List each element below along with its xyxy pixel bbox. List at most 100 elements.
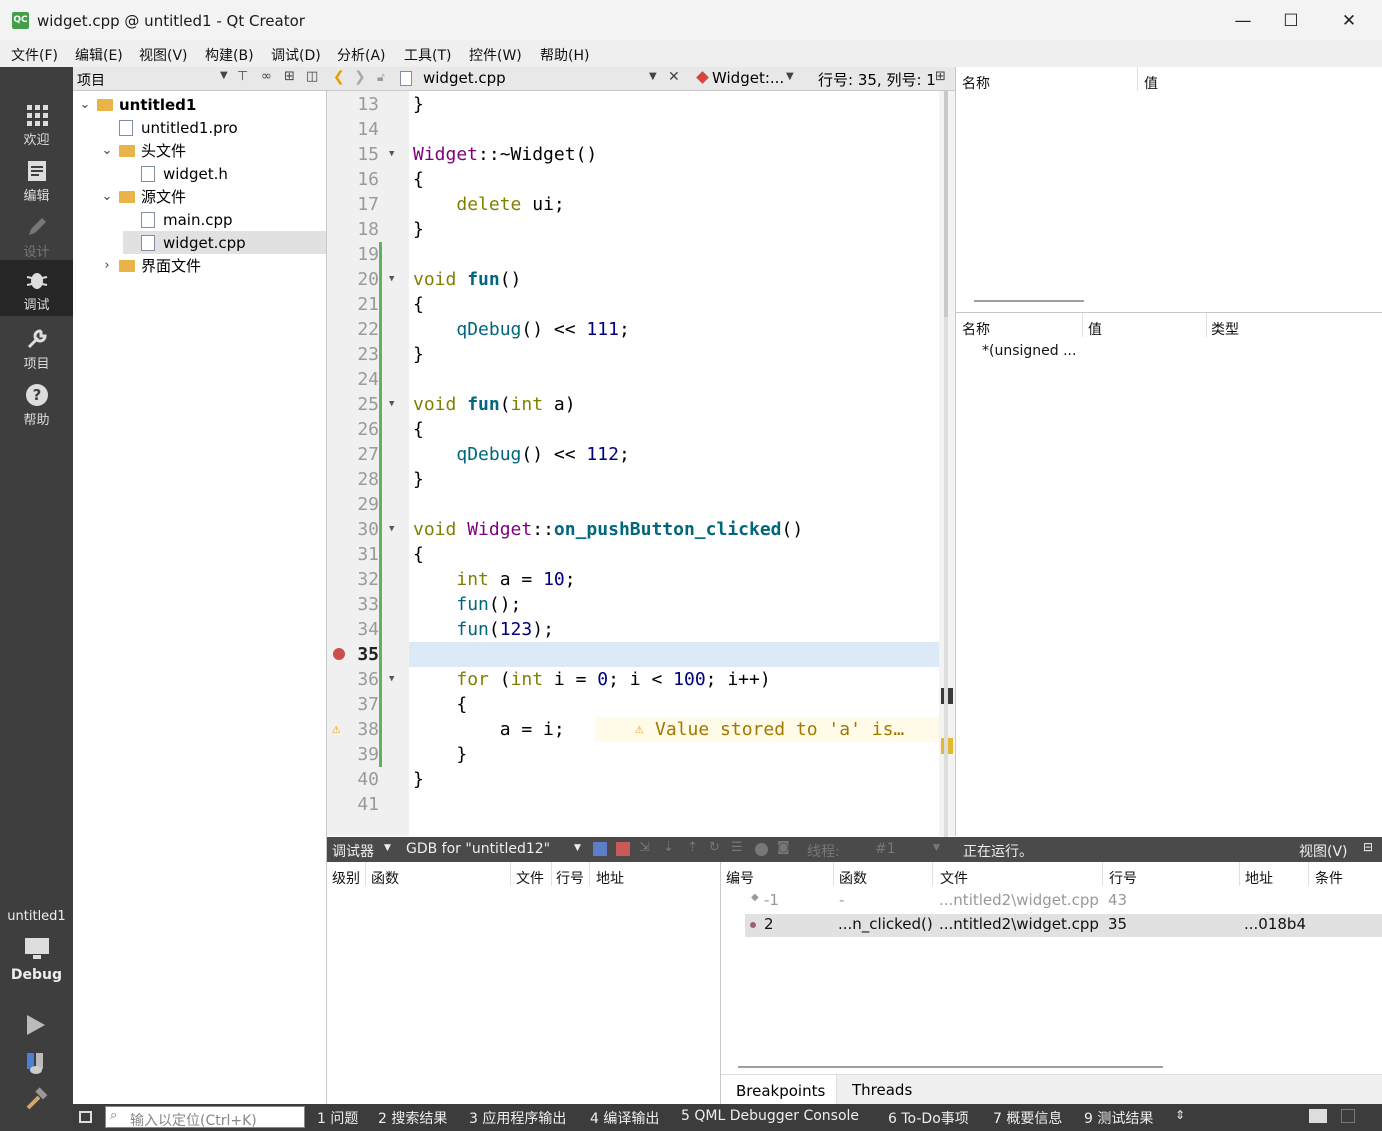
cursor-position[interactable]: 行号: 35, 列号: 1	[818, 69, 936, 90]
minimize-pane-icon[interactable]: ⊟	[1363, 840, 1373, 854]
menu-tools[interactable]: 工具(T)	[404, 45, 451, 65]
close-file-icon[interactable]: ✕	[668, 69, 680, 85]
code-line[interactable]: 24	[327, 367, 939, 392]
back-arrow-icon[interactable]: ❮	[333, 69, 345, 85]
view-menu[interactable]: 视图(V)	[1299, 841, 1348, 861]
pane-search-results[interactable]: 2 搜索结果	[378, 1108, 447, 1128]
snapshot-icon[interactable]: ◙	[777, 840, 790, 855]
mode-debug[interactable]: 调试	[0, 260, 73, 316]
chevron-down-icon[interactable]: ⌄	[101, 189, 113, 204]
code-line[interactable]: 33 fun();	[327, 592, 939, 617]
thread-dropdown-icon[interactable]: ▼	[933, 843, 940, 853]
menu-help[interactable]: 帮助(H)	[540, 45, 589, 65]
mode-welcome[interactable]: 欢迎	[0, 95, 73, 151]
more-panes-icon[interactable]: ⇕	[1175, 1108, 1185, 1122]
code-line[interactable]: 22 qDebug() << 111;	[327, 317, 939, 342]
menu-edit[interactable]: 编辑(E)	[75, 45, 123, 65]
menu-view[interactable]: 视图(V)	[139, 45, 188, 65]
menu-widgets[interactable]: 控件(W)	[469, 45, 522, 65]
close-pane-icon[interactable]: ◫	[306, 69, 318, 84]
code-line[interactable]: 41	[327, 792, 939, 817]
pane-qml-console[interactable]: 5 QML Debugger Console	[681, 1108, 859, 1124]
code-line[interactable]: 28}	[327, 467, 939, 492]
breakpoint-toggle-icon[interactable]	[755, 843, 768, 856]
project-view-dropdown-icon[interactable]: ▼	[220, 70, 228, 81]
fold-marker-icon[interactable]: ▼	[389, 517, 394, 542]
mode-projects[interactable]: 项目	[0, 319, 73, 375]
tree-item[interactable]: widget.h	[123, 162, 228, 185]
code-line[interactable]: 26 {	[327, 417, 939, 442]
code-line[interactable]: 19	[327, 242, 939, 267]
fold-marker-icon[interactable]: ▼	[389, 667, 394, 692]
code-line[interactable]: 38 a = i; ⚠ ⚠ Value stored to 'a' is…	[327, 717, 939, 742]
maximize-button[interactable]: ☐	[1268, 6, 1314, 36]
step-into-icon[interactable]: ⇣	[663, 840, 674, 855]
engine-selector[interactable]: GDB for "untitled12"	[406, 841, 550, 857]
chevron-down-icon[interactable]: ⌄	[101, 143, 113, 158]
filter-icon[interactable]: ⊤	[237, 69, 248, 84]
code-line[interactable]: 16 {	[327, 167, 939, 192]
code-line[interactable]: 40}	[327, 767, 939, 792]
locator-input[interactable]: ⌕ 输入以定位(Ctrl+K)	[105, 1106, 305, 1129]
tree-item[interactable]: widget.cpp	[123, 231, 326, 254]
code-line[interactable]: 36 for (int i = 0; i < 100; i++) ▼	[327, 667, 939, 692]
code-line[interactable]: 37 {	[327, 692, 939, 717]
symbol-dropdown-arrow-icon[interactable]: ▼	[786, 71, 794, 82]
code-line[interactable]: 27 qDebug() << 112;	[327, 442, 939, 467]
tree-item[interactable]: › 界面文件	[101, 254, 201, 277]
code-line[interactable]: 20 void fun() ▼	[327, 267, 939, 292]
stop-debug-icon[interactable]	[616, 842, 630, 856]
breakpoint-row[interactable]: 2 ...n_clicked() ...ntitled2\widget.cpp …	[745, 914, 1382, 937]
minimize-button[interactable]: —	[1220, 6, 1266, 36]
file-dropdown-icon[interactable]: ▼	[649, 71, 657, 82]
tree-item[interactable]: untitled1.pro	[101, 116, 238, 139]
progress-details-icon[interactable]	[1309, 1109, 1327, 1123]
engine-dropdown-icon[interactable]: ▼	[574, 843, 581, 853]
code-line[interactable]: 23}	[327, 342, 939, 367]
vertical-splitter[interactable]	[944, 317, 948, 837]
code-line[interactable]: 21 {	[327, 292, 939, 317]
pane-test-results[interactable]: 9 测试结果	[1084, 1108, 1153, 1128]
tree-item[interactable]: ⌄ 头文件	[101, 139, 186, 162]
debug-run-icon[interactable]	[25, 1051, 47, 1075]
pane-compile-output[interactable]: 4 编译输出	[590, 1108, 659, 1128]
forward-arrow-icon[interactable]: ❯	[354, 69, 366, 85]
menu-analyze[interactable]: 分析(A)	[337, 45, 386, 65]
menu-file[interactable]: 文件(F)	[11, 45, 58, 65]
code-line[interactable]: 13}	[327, 92, 939, 117]
code-line[interactable]: 30 void Widget::on_pushButton_clicked() ▼	[327, 517, 939, 542]
chevron-down-icon[interactable]: ⌄	[79, 97, 91, 112]
split-icon[interactable]: ⊞	[284, 69, 295, 84]
code-line[interactable]: 34 fun(123);	[327, 617, 939, 642]
thread-selector[interactable]: #1	[875, 841, 896, 857]
chevron-right-icon[interactable]: ›	[101, 258, 113, 273]
horizontal-scrollbar[interactable]	[974, 300, 1084, 302]
split-editor-icon[interactable]: ⊞	[935, 69, 946, 84]
debugger-label-dropdown-icon[interactable]: ▼	[384, 843, 391, 853]
fold-marker-icon[interactable]: ▼	[389, 142, 394, 167]
tree-item[interactable]: main.cpp	[123, 208, 233, 231]
toggle-right-sidebar-icon[interactable]	[1341, 1109, 1355, 1123]
warning-annotation[interactable]: ⚠ Value stored to 'a' is…	[595, 717, 939, 742]
tab-breakpoints[interactable]: Breakpoints	[721, 1075, 837, 1105]
code-line[interactable]: 17 delete ui;	[327, 192, 939, 217]
code-line[interactable]: 39 }	[327, 742, 939, 767]
breakpoint-icon[interactable]	[333, 648, 345, 660]
breakpoint-row[interactable]: ◆ -1 - ...ntitled2\widget.cpp 43	[721, 891, 1382, 914]
mode-help[interactable]: ? 帮助	[0, 375, 73, 431]
code-line[interactable]: 31 {	[327, 542, 939, 567]
locals-row-name[interactable]: *(unsigned ...	[982, 343, 1076, 359]
menu-build[interactable]: 构建(B)	[205, 45, 254, 65]
link-icon[interactable]: ∞	[261, 69, 272, 84]
build-hammer-icon[interactable]	[25, 1087, 49, 1111]
run-icon[interactable]	[25, 1013, 47, 1037]
code-line[interactable]: 14	[327, 117, 939, 142]
symbol-dropdown[interactable]: Widget:...	[712, 69, 784, 87]
mode-design[interactable]: 设计	[0, 207, 73, 263]
close-button[interactable]: ✕	[1326, 6, 1372, 36]
fold-marker-icon[interactable]: ▼	[389, 392, 394, 417]
fold-marker-icon[interactable]: ▼	[389, 267, 394, 292]
mode-edit[interactable]: 编辑	[0, 151, 73, 207]
code-line[interactable]: 32 int a = 10;	[327, 567, 939, 592]
code-line[interactable]: 25 void fun(int a) ▼	[327, 392, 939, 417]
